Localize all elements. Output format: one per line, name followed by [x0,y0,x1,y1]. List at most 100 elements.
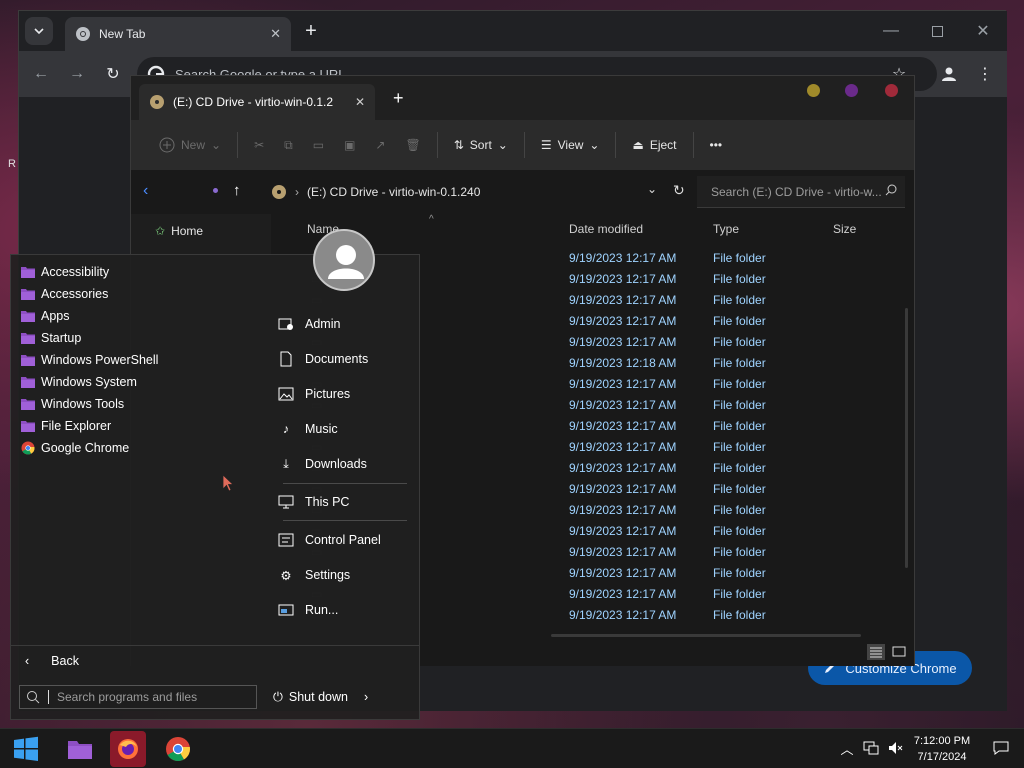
start-item-music[interactable]: ♪ Music [277,414,338,444]
file-type: File folder [713,356,766,370]
maximize-dot-icon[interactable] [845,84,858,97]
program-item[interactable]: Startup [21,327,81,349]
firefox-icon [116,737,140,761]
reload-icon[interactable]: ↻ [99,60,127,88]
start-item-downloads[interactable]: ⤓ Downloads [277,449,367,479]
maximize-icon[interactable] [923,17,951,45]
back-arrow-icon[interactable]: ← [27,60,55,88]
clock-time: 7:12:00 PM [913,735,971,747]
program-item[interactable]: Windows PowerShell [21,349,158,371]
explorer-search-box[interactable]: Search (E:) CD Drive - virtio-w... [697,176,905,208]
chevron-right-icon[interactable]: › [364,690,368,704]
minimize-icon[interactable]: — [877,17,905,45]
refresh-icon[interactable]: ↻ [673,182,685,199]
details-view-icon[interactable] [867,644,885,660]
trash-icon: 🗑 [405,138,421,152]
user-avatar[interactable] [313,229,375,291]
program-label: Accessibility [41,265,110,279]
share-button[interactable]: ↗ [365,129,395,161]
view-button[interactable]: ☰ View ⌄ [531,129,610,161]
notifications-icon[interactable] [992,739,1010,757]
taskbar-clock[interactable]: 7:12:00 PM 7/17/2024 [904,733,980,765]
file-type: File folder [713,377,766,391]
tab-search-chevron-icon[interactable] [25,17,53,45]
close-tab-icon[interactable]: ✕ [355,95,365,109]
column-header-type[interactable]: Type [713,222,739,236]
start-item-control-panel[interactable]: Control Panel [277,525,381,555]
explorer-search-placeholder: Search (E:) CD Drive - virtio-w... [711,184,882,199]
file-type: File folder [713,587,766,601]
close-window-icon[interactable]: ✕ [969,17,997,45]
start-item-settings[interactable]: ⚙ Settings [277,560,350,590]
close-tab-icon[interactable]: ✕ [270,26,281,42]
start-item-documents[interactable]: Documents [277,344,368,374]
start-item-this-pc[interactable]: This PC [277,487,349,517]
program-item[interactable]: Apps [21,305,70,327]
file-type: File folder [713,440,766,454]
program-item[interactable]: File Explorer [21,415,111,437]
explorer-tab[interactable]: (E:) CD Drive - virtio-win-0.1.2 ✕ [139,84,375,120]
chrome-tab-new-tab[interactable]: New Tab ✕ [65,17,291,51]
taskbar-firefox[interactable] [110,731,146,767]
chrome-menu-kebab-icon[interactable]: ⋮ [971,60,999,88]
plus-circle-icon [159,137,175,153]
new-tab-plus-icon[interactable]: + [297,17,325,45]
computer-icon [277,493,295,511]
up-arrow-icon[interactable]: ↑ [233,182,241,199]
copy-button[interactable]: ⧉ [274,129,303,161]
program-item[interactable]: Google Chrome [21,437,129,459]
more-dots-icon: ••• [709,138,723,152]
start-search-input[interactable]: Search programs and files [19,685,257,709]
history-chevron-down-icon[interactable]: ⌄ [647,182,657,196]
program-item[interactable]: Windows System [21,371,137,393]
start-button[interactable] [8,731,44,767]
start-item-run[interactable]: Run... [277,595,338,625]
new-tab-plus-icon[interactable]: + [393,88,404,109]
explorer-address-row: ‹ ↑ › (E:) CD Drive - virtio-win-0.1.240… [131,170,914,214]
close-dot-icon[interactable] [885,84,898,97]
sort-button[interactable]: ⇅ Sort ⌄ [444,129,518,161]
profile-icon[interactable] [935,60,963,88]
vertical-scrollbar[interactable] [905,308,908,568]
back-button[interactable]: ‹ Back [11,645,419,675]
tiles-view-icon[interactable] [891,644,907,660]
rename-button[interactable]: ▣ [334,129,365,161]
volume-muted-icon[interactable] [886,739,904,757]
show-hidden-icons-chevron-icon[interactable]: ︿ [838,739,856,757]
copy-icon: ⧉ [284,137,293,152]
taskbar-chrome[interactable] [160,731,196,767]
cut-button[interactable]: ✂ [244,129,274,161]
picture-icon [277,385,295,403]
new-button[interactable]: New ⌄ [149,129,231,161]
settings-label: Settings [305,568,351,582]
new-label: New [181,138,206,152]
shutdown-button[interactable]: ⏻ Shut down › [273,683,383,711]
back-chevron-icon[interactable]: ‹ [143,182,148,200]
column-header-date[interactable]: Date modified [569,222,643,236]
paste-button[interactable]: ▭ [303,129,334,161]
clock-date: 7/17/2024 [917,751,967,763]
file-date: 9/19/2023 12:17 AM [569,293,677,307]
breadcrumb[interactable]: › (E:) CD Drive - virtio-win-0.1.240 [271,180,480,204]
run-icon [277,601,295,619]
eject-button[interactable]: ⏏ Eject [622,129,686,161]
more-options-button[interactable]: ••• [700,129,733,161]
column-header-size[interactable]: Size [833,222,856,236]
taskbar-file-explorer[interactable] [62,731,98,767]
scissors-icon: ✂ [254,138,265,152]
program-item[interactable]: Windows Tools [21,393,124,415]
start-item-pictures[interactable]: Pictures [277,379,350,409]
divider [523,132,525,158]
network-icon[interactable] [862,739,880,757]
file-explorer-icon [21,419,35,433]
program-item[interactable]: Accessibility [21,261,109,283]
minimize-dot-icon[interactable] [807,84,820,97]
nav-home-item[interactable]: ✩ Home [155,224,203,238]
program-label: Windows PowerShell [41,353,159,367]
start-item-admin[interactable]: Admin [277,309,340,339]
program-label: File Explorer [41,419,112,433]
documents-label: Documents [305,352,369,366]
delete-button[interactable]: 🗑 [395,129,430,161]
forward-arrow-icon[interactable]: → [63,60,91,88]
program-item[interactable]: Accessories [21,283,108,305]
